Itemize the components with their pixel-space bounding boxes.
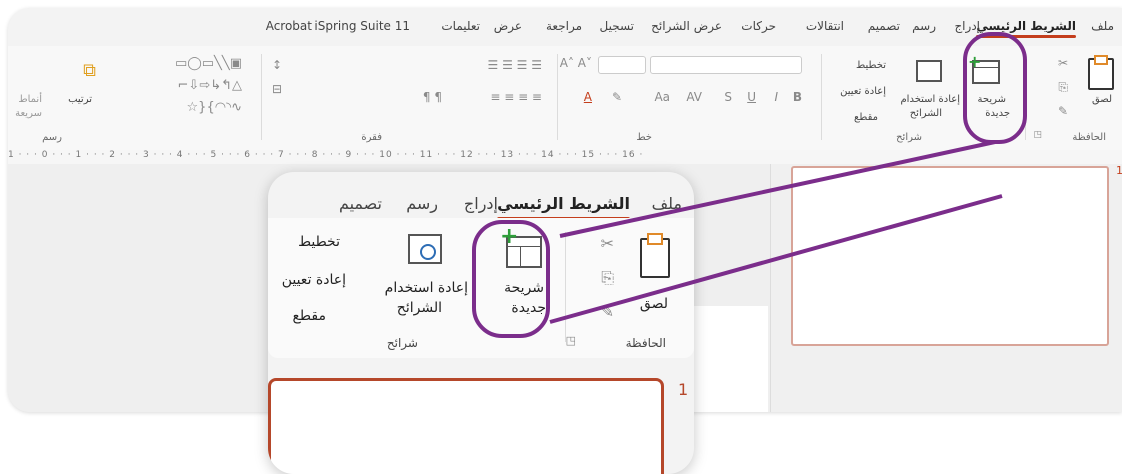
new-slide-highlight-small: [963, 32, 1027, 144]
new-slide-highlight-large: [472, 220, 550, 338]
highlight-overlay: [472, 32, 1027, 338]
callout-line-lower: [549, 194, 1003, 324]
callout-line-upper: [559, 140, 996, 238]
